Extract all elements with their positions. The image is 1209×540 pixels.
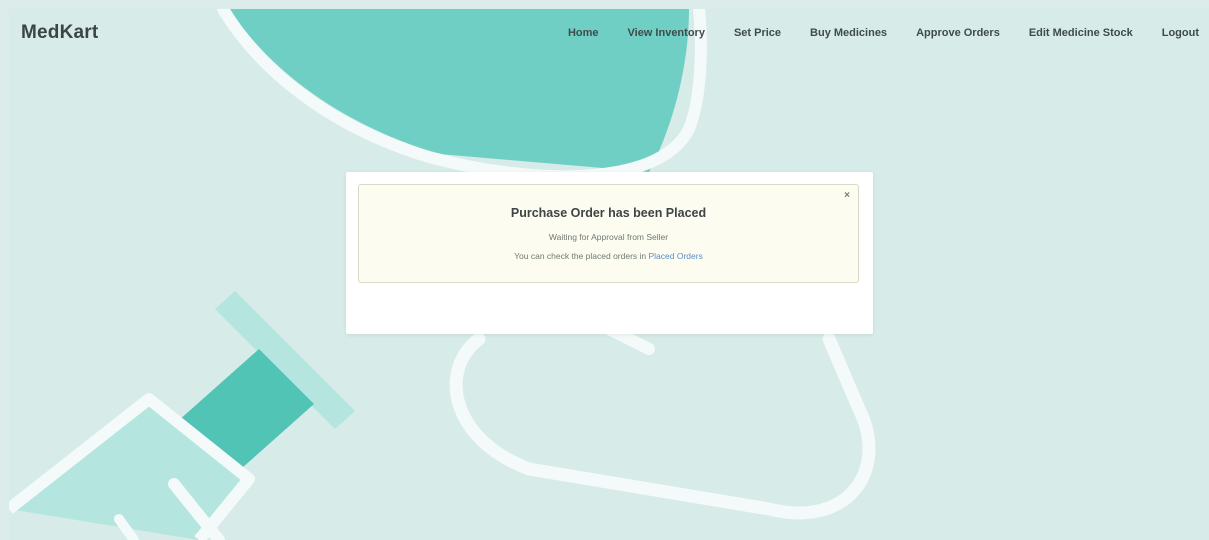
close-icon[interactable]: × [844, 191, 850, 201]
alert-title: Purchase Order has been Placed [510, 206, 707, 220]
nav-view-inventory[interactable]: View Inventory [628, 27, 705, 39]
success-alert: × Purchase Order has been Placed Waiting… [358, 184, 859, 283]
alert-hint-text: You can check the placed orders in [514, 251, 649, 261]
nav-buy-medicines[interactable]: Buy Medicines [810, 27, 887, 39]
brand-logo[interactable]: MedKart [21, 22, 98, 44]
nav-links: Home View Inventory Set Price Buy Medici… [539, 27, 1199, 39]
nav-set-price[interactable]: Set Price [734, 27, 781, 39]
page: MedKart Home View Inventory Set Price Bu… [0, 0, 1209, 540]
capsule-icon [449, 303, 876, 520]
alert-message: Waiting for Approval from Seller [548, 232, 669, 242]
nav-home[interactable]: Home [568, 27, 599, 39]
syringe-icon [9, 291, 355, 540]
nav-approve-orders[interactable]: Approve Orders [916, 27, 1000, 39]
nav-logout[interactable]: Logout [1162, 27, 1199, 39]
placed-orders-link[interactable]: Placed Orders [649, 251, 703, 261]
nav-edit-medicine-stock[interactable]: Edit Medicine Stock [1029, 27, 1133, 39]
app-frame: MedKart Home View Inventory Set Price Bu… [9, 9, 1209, 540]
alert-hint: You can check the placed orders in Place… [359, 251, 858, 261]
order-confirmation-panel: × Purchase Order has been Placed Waiting… [346, 172, 873, 334]
navbar: MedKart Home View Inventory Set Price Bu… [9, 9, 1209, 59]
